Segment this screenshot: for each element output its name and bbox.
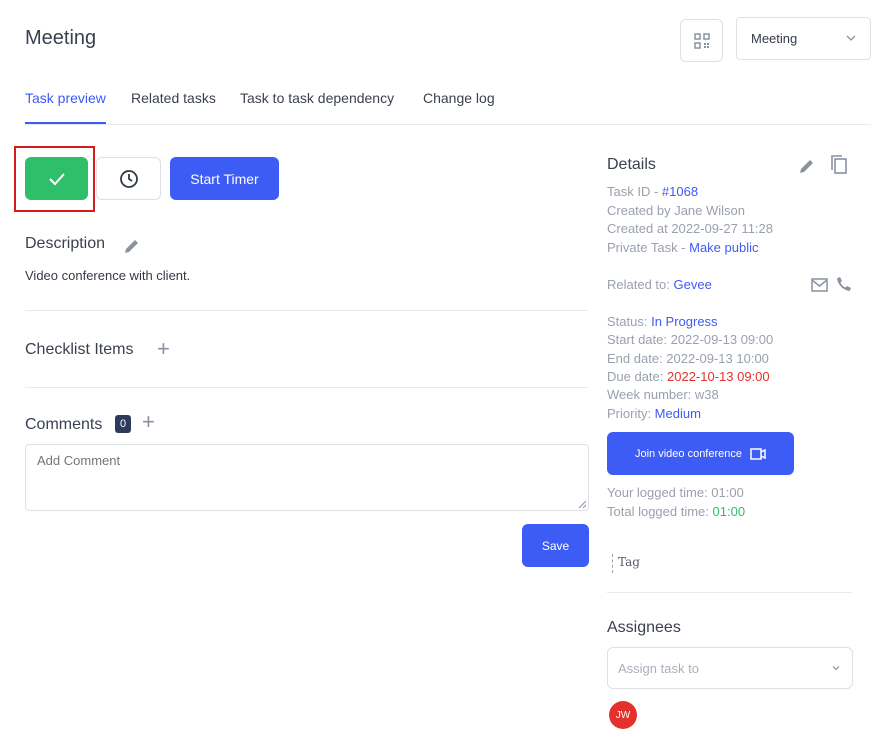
start-date: Start date: 2022-09-13 09:00 (607, 332, 774, 347)
start-timer-button[interactable]: Start Timer (170, 157, 279, 200)
task-type-select[interactable]: Meeting (736, 17, 871, 60)
add-checklist-item-plus-icon[interactable]: + (157, 338, 170, 360)
total-logged-label: Total logged time: (607, 504, 713, 519)
clock-icon (119, 169, 138, 188)
private-task-label: Private Task - (607, 240, 690, 255)
comment-input[interactable] (25, 444, 589, 511)
video-icon (750, 447, 766, 460)
priority-label: Priority: (607, 406, 655, 421)
active-tab-indicator (25, 122, 106, 124)
check-icon (48, 172, 65, 185)
related-to-link[interactable]: Gevee (674, 277, 712, 292)
related-to-line: Related to: Gevee (607, 277, 712, 292)
tag-input[interactable]: Tag (612, 554, 640, 573)
task-id-label: Task ID - (607, 184, 662, 199)
make-public-link[interactable]: Make public (689, 240, 758, 255)
section-divider (607, 592, 852, 593)
phone-icon[interactable] (836, 276, 852, 292)
comments-heading: Comments (25, 416, 103, 433)
status-line: Status: In Progress (607, 314, 718, 329)
task-id-line: Task ID - #1068 (607, 184, 698, 199)
task-type-value: Meeting (751, 31, 798, 46)
tab-change-log[interactable]: Change log (423, 90, 495, 106)
qr-code-button[interactable] (680, 19, 723, 62)
total-logged-line: Total logged time: 01:00 (607, 504, 745, 519)
status-value[interactable]: In Progress (651, 314, 717, 329)
checklist-heading: Checklist Items (25, 341, 134, 358)
due-date-label: Due date: (607, 369, 667, 384)
related-to-label: Related to: (607, 277, 674, 292)
private-task-line: Private Task - Make public (607, 240, 759, 255)
tab-task-dependency[interactable]: Task to task dependency (240, 90, 394, 106)
tab-task-preview[interactable]: Task preview (25, 90, 106, 106)
status-label: Status: (607, 314, 652, 329)
tab-bar: Task preview Related tasks Task to task … (25, 90, 871, 125)
assign-task-placeholder: Assign task to (618, 660, 699, 676)
assign-task-select[interactable]: Assign task to (607, 647, 853, 689)
save-comment-button[interactable]: Save (522, 524, 589, 567)
comments-count-badge: 0 (115, 415, 131, 433)
resize-grip-icon[interactable] (577, 499, 587, 509)
priority-line: Priority: Medium (607, 406, 701, 421)
chevron-down-icon (832, 666, 840, 671)
section-divider (25, 310, 588, 311)
total-logged-value: 01:00 (712, 504, 746, 519)
details-heading: Details (607, 156, 656, 173)
created-at: Created at 2022-09-27 11:28 (607, 221, 773, 236)
end-date: End date: 2022-09-13 10:00 (607, 351, 769, 366)
qr-code-icon (693, 32, 710, 49)
description-text: Video conference with client. (25, 268, 191, 283)
assignee-avatar[interactable]: JW (609, 701, 637, 729)
task-id-value[interactable]: #1068 (662, 184, 698, 199)
chevron-down-icon (846, 35, 856, 41)
pencil-icon[interactable] (122, 236, 142, 256)
edit-pencil-icon[interactable] (797, 156, 817, 176)
section-divider (25, 387, 588, 388)
your-logged-time: Your logged time: 01:00 (607, 485, 744, 500)
due-date-value: 2022-10-13 09:00 (667, 369, 770, 384)
tab-related-tasks[interactable]: Related tasks (131, 90, 216, 106)
priority-value[interactable]: Medium (655, 406, 701, 421)
copy-icon[interactable] (829, 154, 849, 176)
description-heading: Description (25, 235, 106, 252)
join-video-conference-label: Join video conference (634, 447, 742, 460)
timesheet-button[interactable] (96, 157, 161, 200)
assignees-heading: Assignees (607, 619, 681, 636)
join-video-conference-button[interactable]: Join video conference (607, 432, 794, 475)
due-date-line: Due date: 2022-10-13 09:00 (607, 369, 770, 384)
mail-icon[interactable] (811, 278, 828, 292)
mark-complete-button[interactable] (25, 157, 88, 200)
page-title: Meeting (25, 27, 97, 49)
add-comment-plus-icon[interactable]: + (142, 411, 155, 433)
created-by: Created by Jane Wilson (607, 203, 746, 218)
week-number: Week number: w38 (607, 387, 719, 402)
